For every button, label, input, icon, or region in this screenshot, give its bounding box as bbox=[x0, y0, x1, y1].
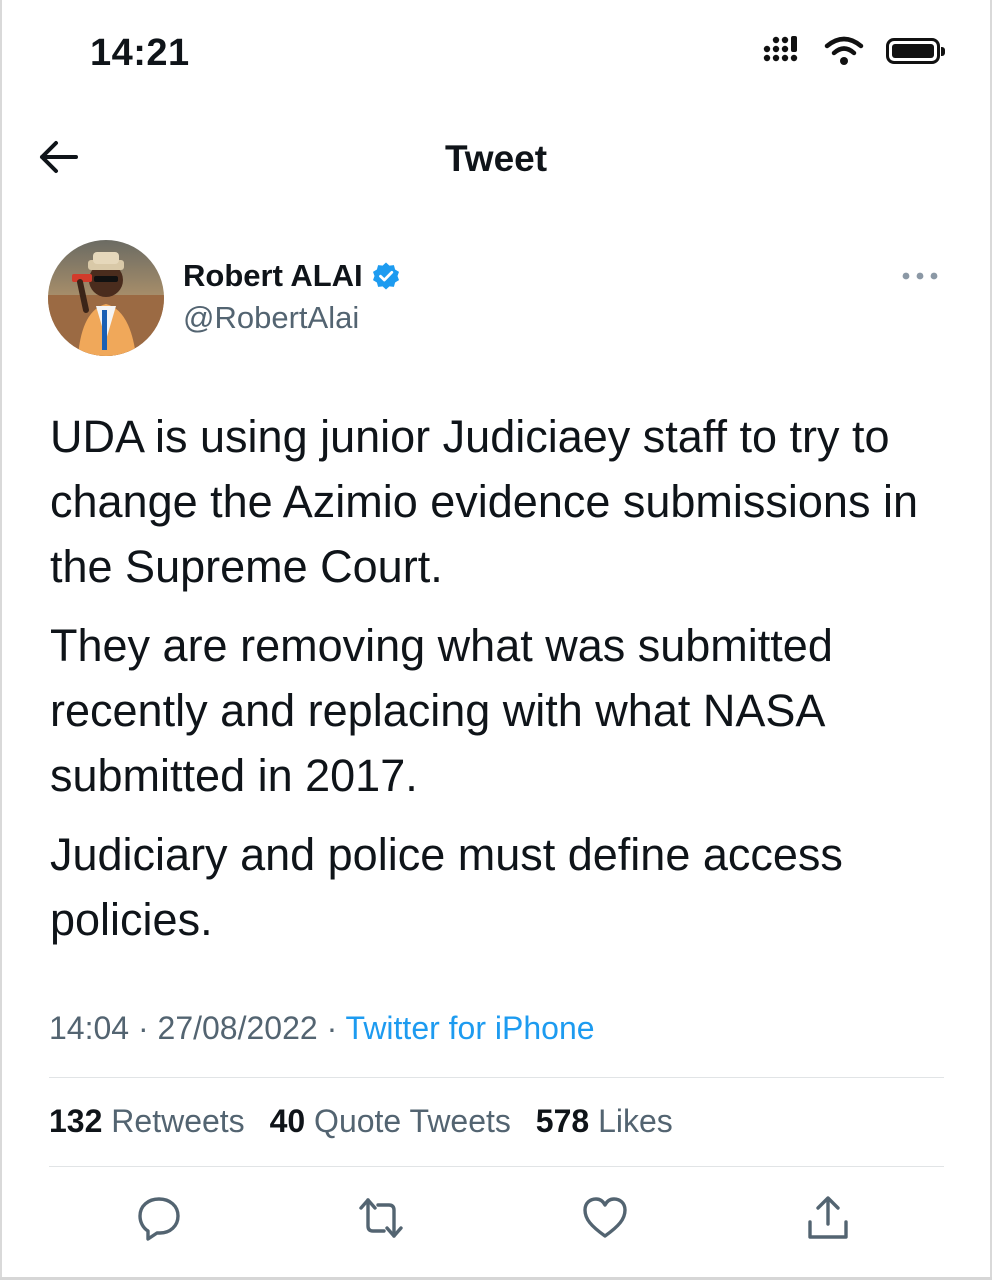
battery-level bbox=[892, 44, 934, 58]
retweets-count: 132 bbox=[49, 1103, 103, 1139]
quotes-count: 40 bbox=[269, 1103, 306, 1139]
tweet-paragraph: They are removing what was submitted rec… bbox=[50, 620, 833, 801]
status-time: 14:21 bbox=[90, 32, 190, 74]
battery-icon bbox=[886, 38, 945, 64]
likes-stat[interactable]: 578 Likes bbox=[536, 1103, 673, 1139]
author-name[interactable]: Robert ALAI bbox=[183, 258, 401, 294]
author-name-label: Robert ALAI bbox=[183, 258, 363, 293]
verified-badge-icon bbox=[372, 262, 399, 290]
retweets-stat[interactable]: 132 Retweets bbox=[49, 1103, 245, 1139]
heart-icon[interactable] bbox=[581, 1194, 629, 1242]
meta-separator: · bbox=[137, 1010, 149, 1046]
share-icon[interactable] bbox=[804, 1194, 852, 1242]
tweet-time: 14:04 bbox=[49, 1010, 130, 1046]
tweet-paragraph: Judiciary and police must define access … bbox=[50, 829, 843, 945]
likes-label: Likes bbox=[598, 1103, 673, 1139]
wifi-icon bbox=[824, 36, 864, 65]
reply-icon[interactable] bbox=[135, 1194, 183, 1242]
divider bbox=[49, 1166, 944, 1167]
avatar-image bbox=[48, 240, 164, 356]
more-icon[interactable] bbox=[900, 266, 940, 286]
tweet-text: UDA is using junior Judiciaey staff to t… bbox=[50, 404, 930, 966]
status-icons bbox=[762, 36, 945, 66]
tweet-meta: 14:04 · 27/08/2022 · Twitter for iPhone bbox=[49, 1010, 595, 1047]
retweets-label: Retweets bbox=[111, 1103, 245, 1139]
action-bar bbox=[0, 1194, 992, 1244]
quotes-label: Quote Tweets bbox=[314, 1103, 511, 1139]
signal-icon bbox=[763, 36, 798, 62]
meta-separator: · bbox=[326, 1010, 338, 1046]
page-title: Tweet bbox=[444, 138, 548, 179]
quotes-stat[interactable]: 40 Quote Tweets bbox=[270, 1103, 511, 1139]
divider bbox=[49, 1077, 944, 1078]
avatar[interactable] bbox=[48, 240, 164, 356]
tweet-date: 27/08/2022 bbox=[157, 1010, 318, 1046]
tweet-stats: 132 Retweets 40 Quote Tweets 578 Likes bbox=[49, 1103, 673, 1140]
retweet-icon[interactable] bbox=[357, 1194, 405, 1242]
tweet-paragraph: UDA is using junior Judiciaey staff to t… bbox=[50, 411, 918, 592]
author-handle[interactable]: @RobertAlai bbox=[183, 300, 359, 336]
tweet-source-link[interactable]: Twitter for iPhone bbox=[346, 1010, 595, 1046]
likes-count: 578 bbox=[535, 1103, 590, 1139]
